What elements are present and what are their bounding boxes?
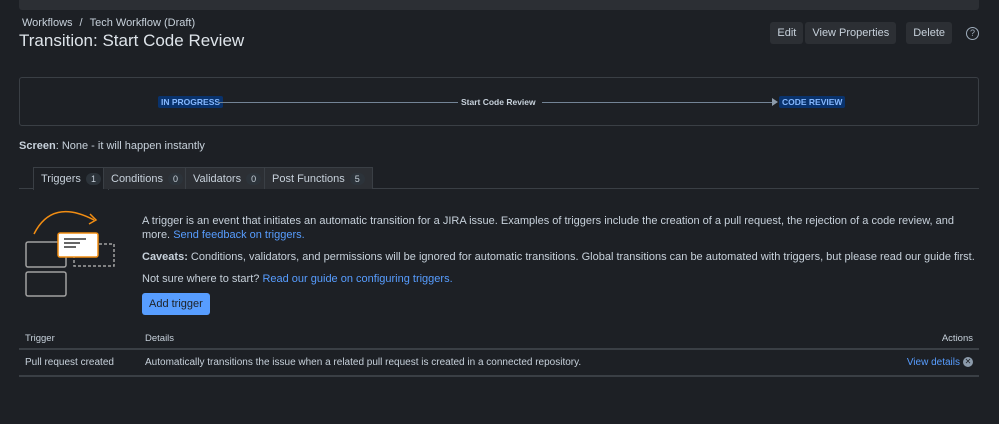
breadcrumb: Workflows / Tech Workflow (Draft) [22,17,195,29]
view-properties-button[interactable]: View Properties [805,22,897,44]
help-icon[interactable]: ? [966,26,979,40]
breadcrumb-workflows[interactable]: Workflows [22,17,73,29]
tab-label: Triggers [41,173,81,185]
tab-post-functions[interactable]: Post Functions 5 [264,167,373,189]
arrow-icon [772,98,778,106]
column-header-actions: Actions [854,329,979,350]
column-header-details: Details [139,329,855,350]
transition-diagram: IN PROGRESS Start Code Review CODE REVIE… [19,77,979,126]
remove-icon[interactable]: ✕ [963,357,973,368]
view-details-link[interactable]: View details [907,357,960,368]
tab-triggers[interactable]: Triggers 1 [33,167,109,190]
tab-validators[interactable]: Validators 0 [185,167,270,189]
tab-label: Validators [193,172,242,185]
trigger-name: Pull request created [19,349,139,377]
screen-value: : None - it will happen instantly [55,140,205,152]
tab-count: 0 [246,172,262,185]
header-actions: Edit View Properties Delete ? [770,22,979,44]
from-status: IN PROGRESS [158,96,224,108]
caveats-text: Conditions, validators, and permissions … [187,251,975,263]
trigger-illustration [25,211,115,297]
start-text: Not sure where to start? [142,273,263,285]
caveats-label: Caveats: [142,251,188,263]
tab-count: 5 [349,172,365,185]
tab-count: 0 [167,172,183,185]
tab-conditions[interactable]: Conditions 0 [103,167,191,189]
delete-button[interactable]: Delete [906,22,952,44]
transition-name: Start Code Review [461,97,536,107]
trigger-description: A trigger is an event that initiates an … [142,214,977,294]
connector-line [542,102,774,103]
page-title: Transition: Start Code Review [19,31,245,50]
row-actions: View details ✕ [854,349,979,377]
breadcrumb-workflow[interactable]: Tech Workflow (Draft) [90,17,196,29]
screen-info: Screen: None - it will happen instantly [19,140,205,152]
column-header-trigger: Trigger [19,329,139,350]
add-trigger-button[interactable]: Add trigger [142,293,210,315]
tab-bar: Triggers 1 Conditions 0 Validators 0 Post F… [19,167,979,190]
to-status: CODE REVIEW [779,96,846,108]
edit-button[interactable]: Edit [770,22,804,44]
top-bar [19,0,979,10]
trigger-details: Automatically transitions the issue when… [139,349,855,377]
guide-link[interactable]: Read our guide on configuring triggers. [262,273,452,285]
breadcrumb-separator: / [79,17,83,29]
table-row: Pull request created Automatically trans… [19,349,979,377]
tab-label: Conditions [111,172,163,185]
screen-label: Screen [19,140,56,152]
triggers-table: Trigger Details Actions Pull request cre… [19,329,979,377]
connector-line [218,102,458,103]
tab-label: Post Functions [272,172,345,185]
send-feedback-link[interactable]: Send feedback on triggers. [173,229,304,241]
tab-count: 1 [85,173,101,185]
